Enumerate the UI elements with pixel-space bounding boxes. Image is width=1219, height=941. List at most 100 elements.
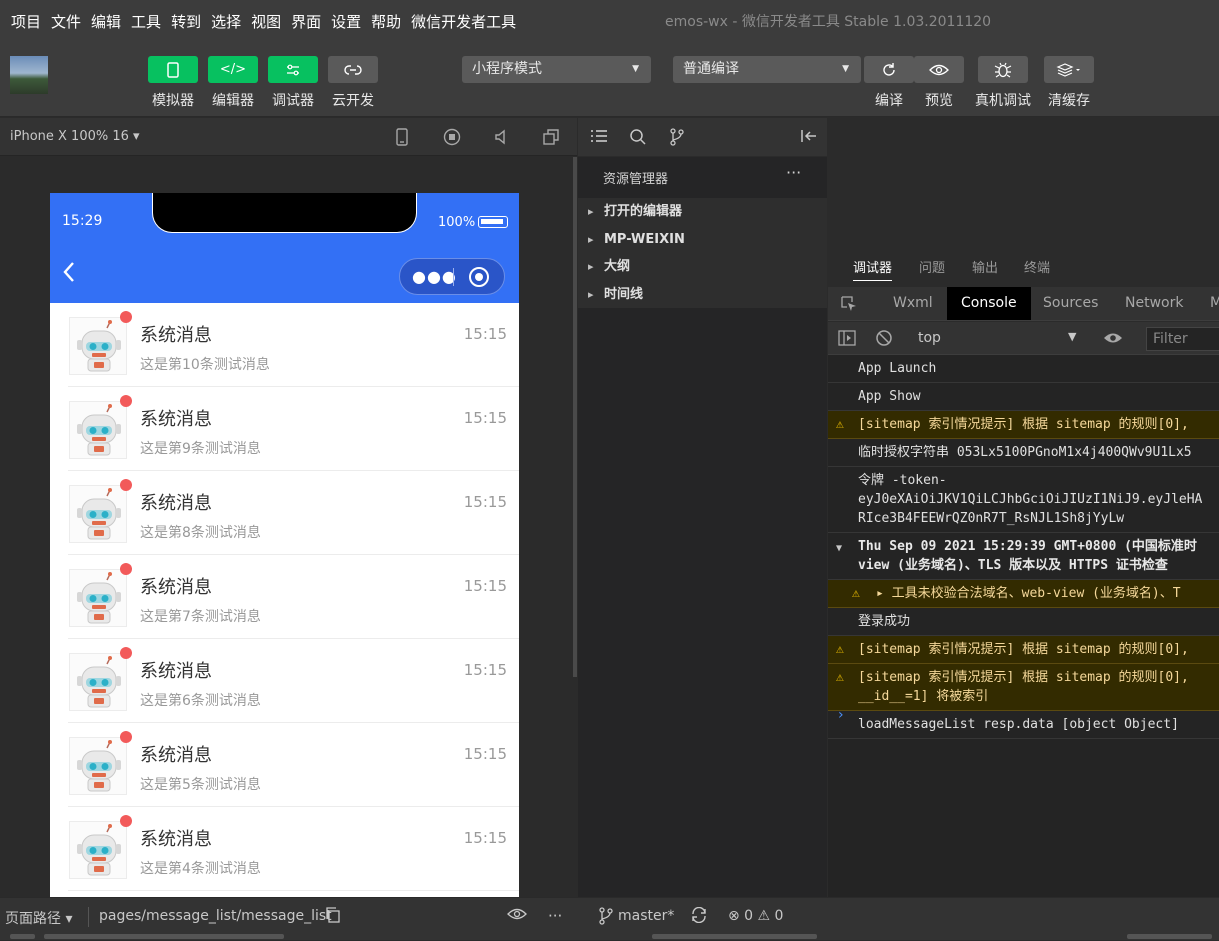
warning-icon: ⚠ bbox=[836, 670, 844, 685]
phone-icon[interactable] bbox=[393, 128, 411, 146]
search-icon[interactable] bbox=[629, 128, 647, 150]
message-time: 15:15 bbox=[463, 493, 507, 511]
message-item[interactable]: 系统消息 这是第9条测试消息 15:15 bbox=[50, 387, 519, 471]
section-open-editors[interactable]: 打开的编辑器 bbox=[578, 198, 827, 226]
list-icon[interactable] bbox=[590, 128, 608, 148]
message-item[interactable]: 系统消息 这是第8条测试消息 15:15 bbox=[50, 471, 519, 555]
console-line: 临时授权字符串 053Lx5100PGnoM1x4j400QWv9U1Lx5 bbox=[858, 445, 1192, 460]
stop-icon[interactable] bbox=[443, 128, 461, 146]
menu-item-ui[interactable]: 界面 bbox=[286, 0, 326, 44]
console-filter-input[interactable]: Filter bbox=[1146, 327, 1219, 351]
tab-output[interactable]: 输出 bbox=[972, 257, 998, 276]
preview-label: 预览 bbox=[925, 93, 953, 109]
console-message[interactable]: App Launch bbox=[828, 355, 1219, 383]
tab-sources[interactable]: Sources bbox=[1043, 287, 1098, 320]
eye-icon[interactable] bbox=[507, 907, 527, 925]
simulator-scrollbar[interactable] bbox=[573, 157, 577, 677]
tab-debugger[interactable]: 调试器 bbox=[853, 257, 893, 281]
console-warning[interactable]: ⚠ ▸ 工具未校验合法域名、web-view (业务域名)、T bbox=[828, 580, 1219, 608]
debugger-button[interactable]: 调试器 bbox=[265, 56, 321, 110]
menu-item-select[interactable]: 选择 bbox=[206, 0, 246, 44]
menu-item-help[interactable]: 帮助 bbox=[366, 0, 406, 44]
collapse-panel-icon[interactable] bbox=[800, 128, 818, 148]
message-item[interactable]: 系统消息 这是第6条测试消息 15:15 bbox=[50, 639, 519, 723]
clear-console-icon[interactable] bbox=[875, 329, 893, 351]
clear-cache-button[interactable]: 清缓存 bbox=[1041, 56, 1097, 110]
message-title: 系统消息 bbox=[140, 829, 212, 850]
tab-problems[interactable]: 问题 bbox=[919, 257, 945, 276]
context-select[interactable]: top bbox=[918, 330, 941, 346]
detach-window-icon[interactable] bbox=[542, 128, 560, 146]
menu-item-wechat-devtools[interactable]: 微信开发者工具 bbox=[406, 0, 521, 44]
more-dots-icon[interactable]: ●●● bbox=[412, 267, 457, 286]
compile-button[interactable]: 编译 bbox=[861, 56, 917, 110]
sidebar-toggle-icon[interactable] bbox=[838, 329, 856, 351]
source-control-icon[interactable] bbox=[669, 128, 685, 150]
warning-icon: ⚠ bbox=[836, 417, 844, 432]
mode-select[interactable]: 小程序模式 ▼ bbox=[462, 56, 651, 83]
console-line: view (业务域名)、TLS 版本以及 HTTPS 证书检查 bbox=[858, 558, 1168, 573]
message-item[interactable]: 系统消息这是第4条测试消息 15:15 bbox=[50, 807, 519, 891]
menu-item-tools[interactable]: 工具 bbox=[126, 0, 166, 44]
console-message[interactable]: 登录成功 bbox=[828, 608, 1219, 636]
message-subtitle: 这是第7条测试消息 bbox=[140, 609, 261, 625]
eye-icon[interactable] bbox=[1103, 330, 1123, 349]
console-warning[interactable]: ⚠ [sitemap 索引情况提示] 根据 sitemap 的规则[0], bbox=[828, 636, 1219, 664]
git-branch-icon bbox=[598, 907, 614, 929]
back-arrow-icon[interactable] bbox=[62, 261, 76, 282]
console-warning[interactable]: ⚠ [sitemap 索引情况提示] 根据 sitemap 的规则[0], __id… bbox=[828, 664, 1219, 711]
close-target-icon[interactable] bbox=[469, 267, 489, 287]
menu-item-project[interactable]: 项目 bbox=[0, 0, 46, 44]
message-time: 15:15 bbox=[463, 829, 507, 847]
git-branch[interactable]: master* bbox=[618, 908, 674, 924]
tab-network[interactable]: Network bbox=[1125, 287, 1183, 320]
device-select[interactable]: iPhone X 100% 16 ▾ bbox=[10, 118, 140, 156]
page-path-select[interactable]: 页面路径 ▾ bbox=[5, 908, 72, 928]
message-time: 15:15 bbox=[463, 325, 507, 343]
expand-triangle-icon[interactable]: ▼ bbox=[836, 539, 850, 554]
console-prompt-icon[interactable]: › bbox=[838, 707, 844, 723]
menu-item-edit[interactable]: 编辑 bbox=[86, 0, 126, 44]
console-message[interactable]: App Show bbox=[828, 383, 1219, 411]
tab-terminal[interactable]: 终端 bbox=[1024, 257, 1050, 276]
console-message[interactable]: 临时授权字符串 053Lx5100PGnoM1x4j400QWv9U1Lx5 bbox=[828, 439, 1219, 467]
inspect-element-icon[interactable] bbox=[840, 295, 858, 313]
device-debug-button[interactable]: 真机调试 bbox=[975, 56, 1031, 110]
phone-icon bbox=[148, 56, 198, 83]
problem-counts[interactable]: ⊗ 0 ⚠ 0 bbox=[728, 908, 783, 924]
user-avatar[interactable] bbox=[10, 56, 48, 94]
editor-button[interactable]: </> 编辑器 bbox=[205, 56, 261, 110]
console-message[interactable]: 令牌 -token-eyJ0eXAiOiJKV1QiLCJhbGciOiJIUz… bbox=[828, 467, 1219, 533]
simulator-button[interactable]: 模拟器 bbox=[145, 56, 201, 110]
tab-wxml[interactable]: Wxml bbox=[893, 287, 933, 320]
tab-more-truncated[interactable]: M bbox=[1210, 287, 1219, 320]
message-item[interactable]: 系统消息 这是第10条测试消息 15:15 bbox=[50, 303, 519, 387]
console-line: loadMessageList resp.data [object Object… bbox=[858, 717, 1179, 732]
console-warning[interactable]: ⚠ [sitemap 索引情况提示] 根据 sitemap 的规则[0], bbox=[828, 411, 1219, 439]
compile-mode-select[interactable]: 普通编译 ▼ bbox=[673, 56, 861, 83]
console-line: App Launch bbox=[858, 361, 937, 376]
menu-item-goto[interactable]: 转到 bbox=[166, 0, 206, 44]
message-item[interactable]: 系统消息 这是第7条测试消息 15:15 bbox=[50, 555, 519, 639]
message-time: 15:15 bbox=[463, 661, 507, 679]
console-message[interactable]: ▼ Thu Sep 09 2021 15:29:39 GMT+0800 (中国标准… bbox=[828, 533, 1219, 580]
more-icon[interactable]: ··· bbox=[786, 163, 801, 182]
message-item[interactable]: 系统消息 这是第5条测试消息 15:15 bbox=[50, 723, 519, 807]
section-outline[interactable]: 大纲 bbox=[578, 253, 827, 281]
cloud-dev-button[interactable]: 云开发 bbox=[325, 56, 381, 110]
sync-icon[interactable] bbox=[690, 906, 708, 927]
section-project[interactable]: MP-WEIXIN bbox=[578, 226, 827, 254]
more-icon[interactable]: ··· bbox=[548, 907, 562, 925]
copy-icon[interactable] bbox=[325, 907, 341, 927]
menu-item-view[interactable]: 视图 bbox=[246, 0, 286, 44]
menu-item-settings[interactable]: 设置 bbox=[326, 0, 366, 44]
preview-button[interactable]: 预览 bbox=[911, 56, 967, 110]
console-line: ▸ 工具未校验合法域名、web-view (业务域名)、T bbox=[876, 586, 1181, 601]
speaker-icon[interactable] bbox=[493, 128, 511, 146]
battery-icon bbox=[478, 216, 508, 228]
menu-item-file[interactable]: 文件 bbox=[46, 0, 86, 44]
console-message[interactable]: loadMessageList resp.data [object Object… bbox=[828, 711, 1219, 739]
section-timeline[interactable]: 时间线 bbox=[578, 281, 827, 309]
tab-console[interactable]: Console bbox=[947, 287, 1031, 320]
message-subtitle: 这是第4条测试消息 bbox=[140, 861, 261, 877]
